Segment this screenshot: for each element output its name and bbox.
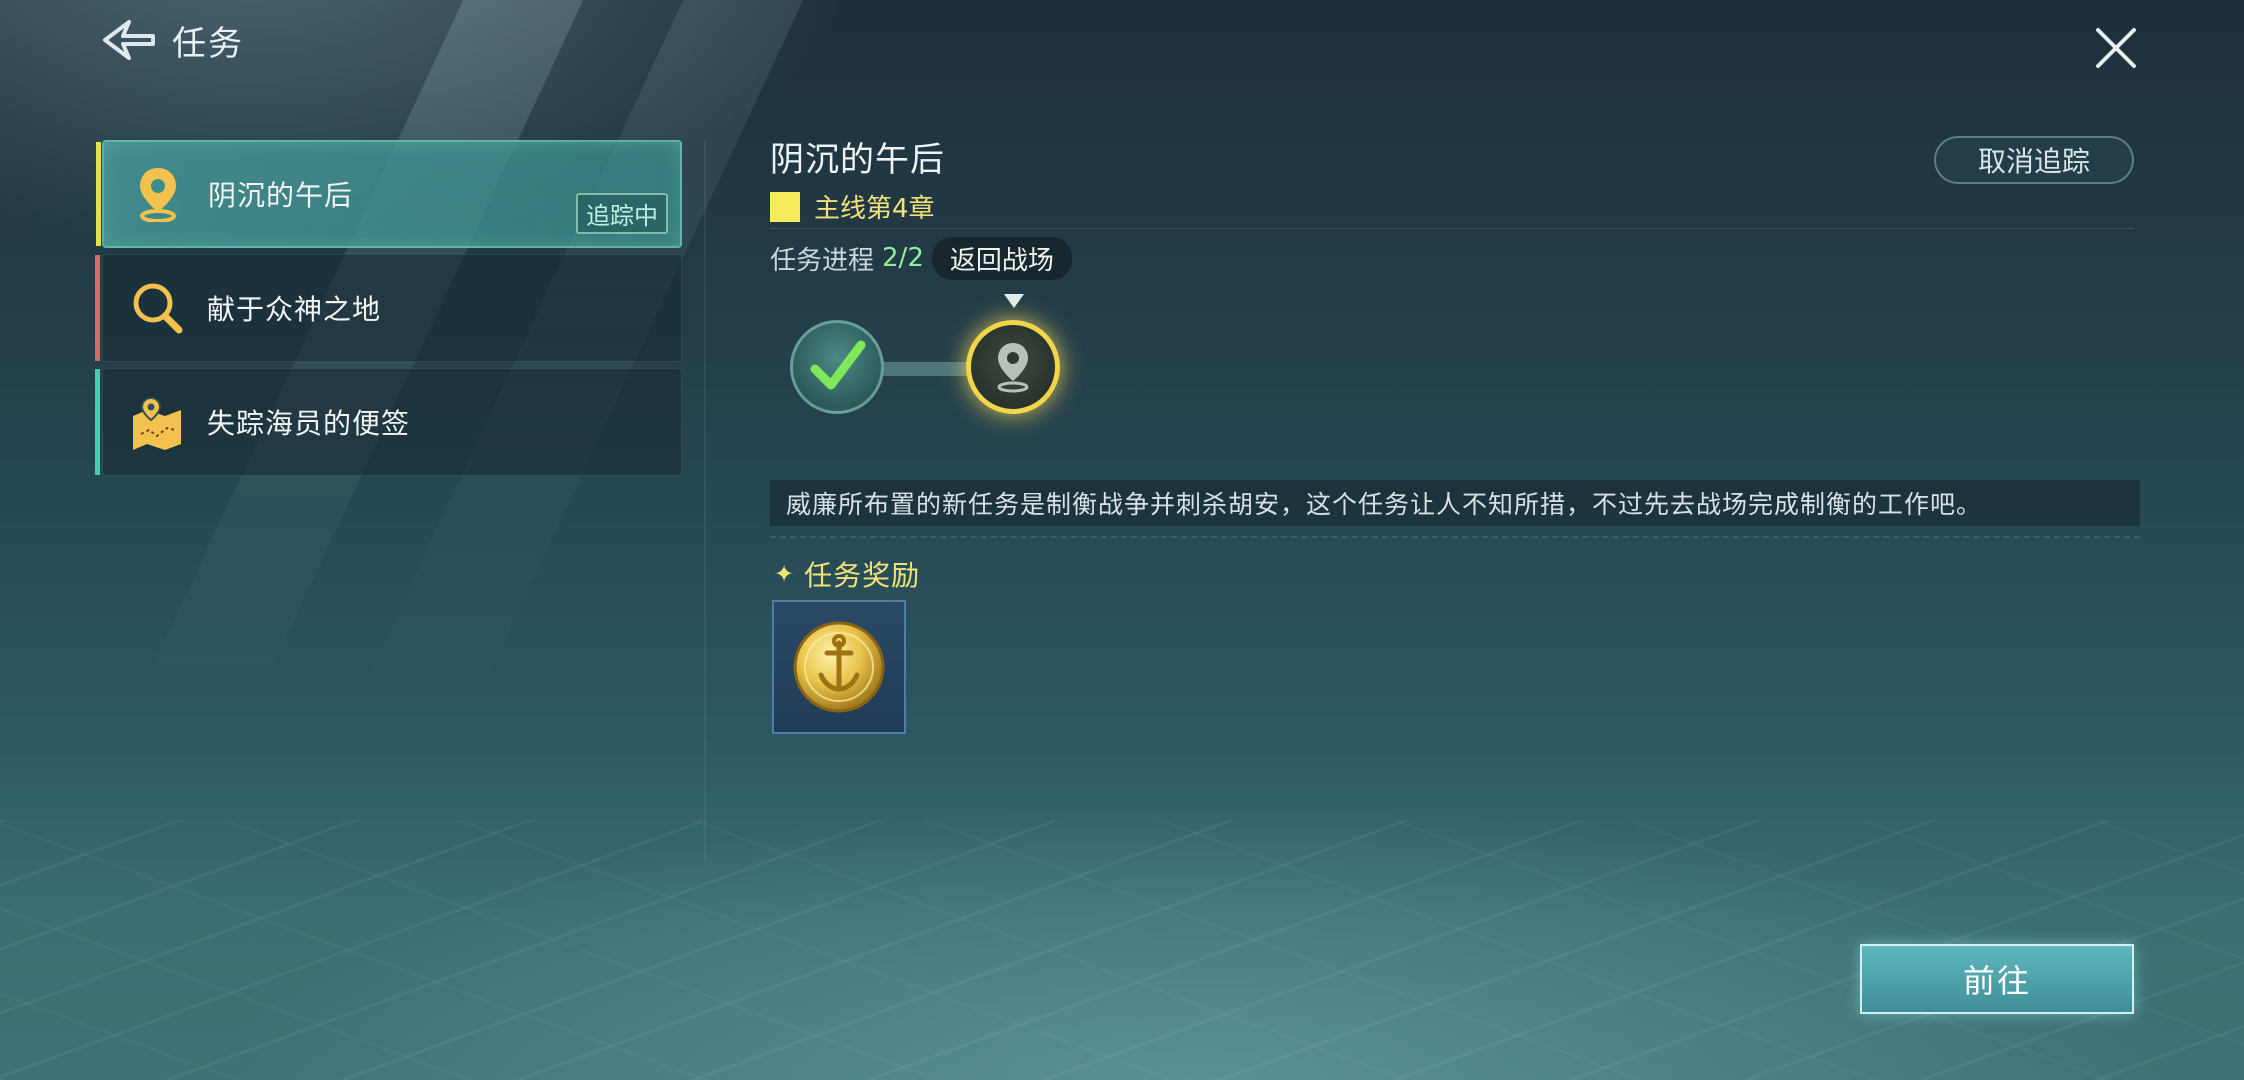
gold-anchor-coin-icon [793, 621, 885, 713]
chapter-label: 主线第4章 [814, 194, 935, 224]
reward-header: ✦ 任务奖励 [774, 554, 920, 594]
go-button[interactable]: 前往 [1860, 944, 2134, 1014]
checkmark-icon [810, 340, 866, 390]
step-connector [878, 362, 968, 376]
quest-stripe [95, 369, 100, 475]
quest-label: 失踪海员的便签 [207, 407, 411, 440]
quest-label: 阴沉的午后 [208, 179, 354, 212]
step-completed[interactable] [790, 320, 884, 414]
magnifier-icon [129, 280, 185, 336]
quest-label: 献于众神之地 [207, 293, 382, 326]
quest-stripe [95, 255, 100, 361]
close-icon [2096, 28, 2136, 68]
reward-title: 任务奖励 [804, 559, 921, 592]
treasure-map-icon [129, 394, 185, 450]
dashed-divider [770, 536, 2140, 538]
quest-item-overcast-afternoon[interactable]: 阴沉的午后 追踪中 [96, 140, 682, 248]
reward-item-slot[interactable] [772, 600, 906, 734]
progress-steps [790, 290, 1090, 420]
quest-list: 阴沉的午后 追踪中 献于众神之地 失踪海员的便签 [95, 140, 682, 482]
quest-stripe [96, 142, 101, 246]
progress-row: 任务进程 2/2 返回战场 [770, 236, 1072, 280]
chapter-marker [770, 191, 800, 222]
back-arrow-icon [103, 20, 155, 60]
sparkle-icon: ✦ [774, 560, 795, 588]
return-battlefield-button[interactable]: 返回战场 [931, 236, 1072, 280]
close-button[interactable] [2090, 22, 2142, 74]
quest-description: 威廉所布置的新任务是制衡战争并刺杀胡安，这个任务让人不知所措，不过先去战场完成制… [770, 480, 2140, 526]
progress-label: 任务进程 [770, 245, 875, 276]
quest-title: 阴沉的午后 [770, 140, 945, 180]
quest-item-land-for-gods[interactable]: 献于众神之地 [95, 254, 682, 362]
quest-item-missing-sailor-note[interactable]: 失踪海员的便签 [95, 368, 682, 476]
location-pin-icon [997, 343, 1029, 393]
step-current[interactable] [966, 320, 1060, 414]
divider [770, 228, 2134, 229]
progress-value: 2/2 [882, 243, 924, 273]
back-button[interactable] [98, 14, 160, 66]
map-pin-icon [130, 166, 186, 222]
chapter-row: 主线第4章 [770, 188, 935, 225]
tracking-badge: 追踪中 [576, 193, 668, 234]
current-step-pointer [1004, 294, 1024, 308]
panel-divider [704, 140, 706, 860]
untrack-button[interactable]: 取消追踪 [1934, 136, 2134, 184]
page-title: 任务 [172, 24, 244, 64]
